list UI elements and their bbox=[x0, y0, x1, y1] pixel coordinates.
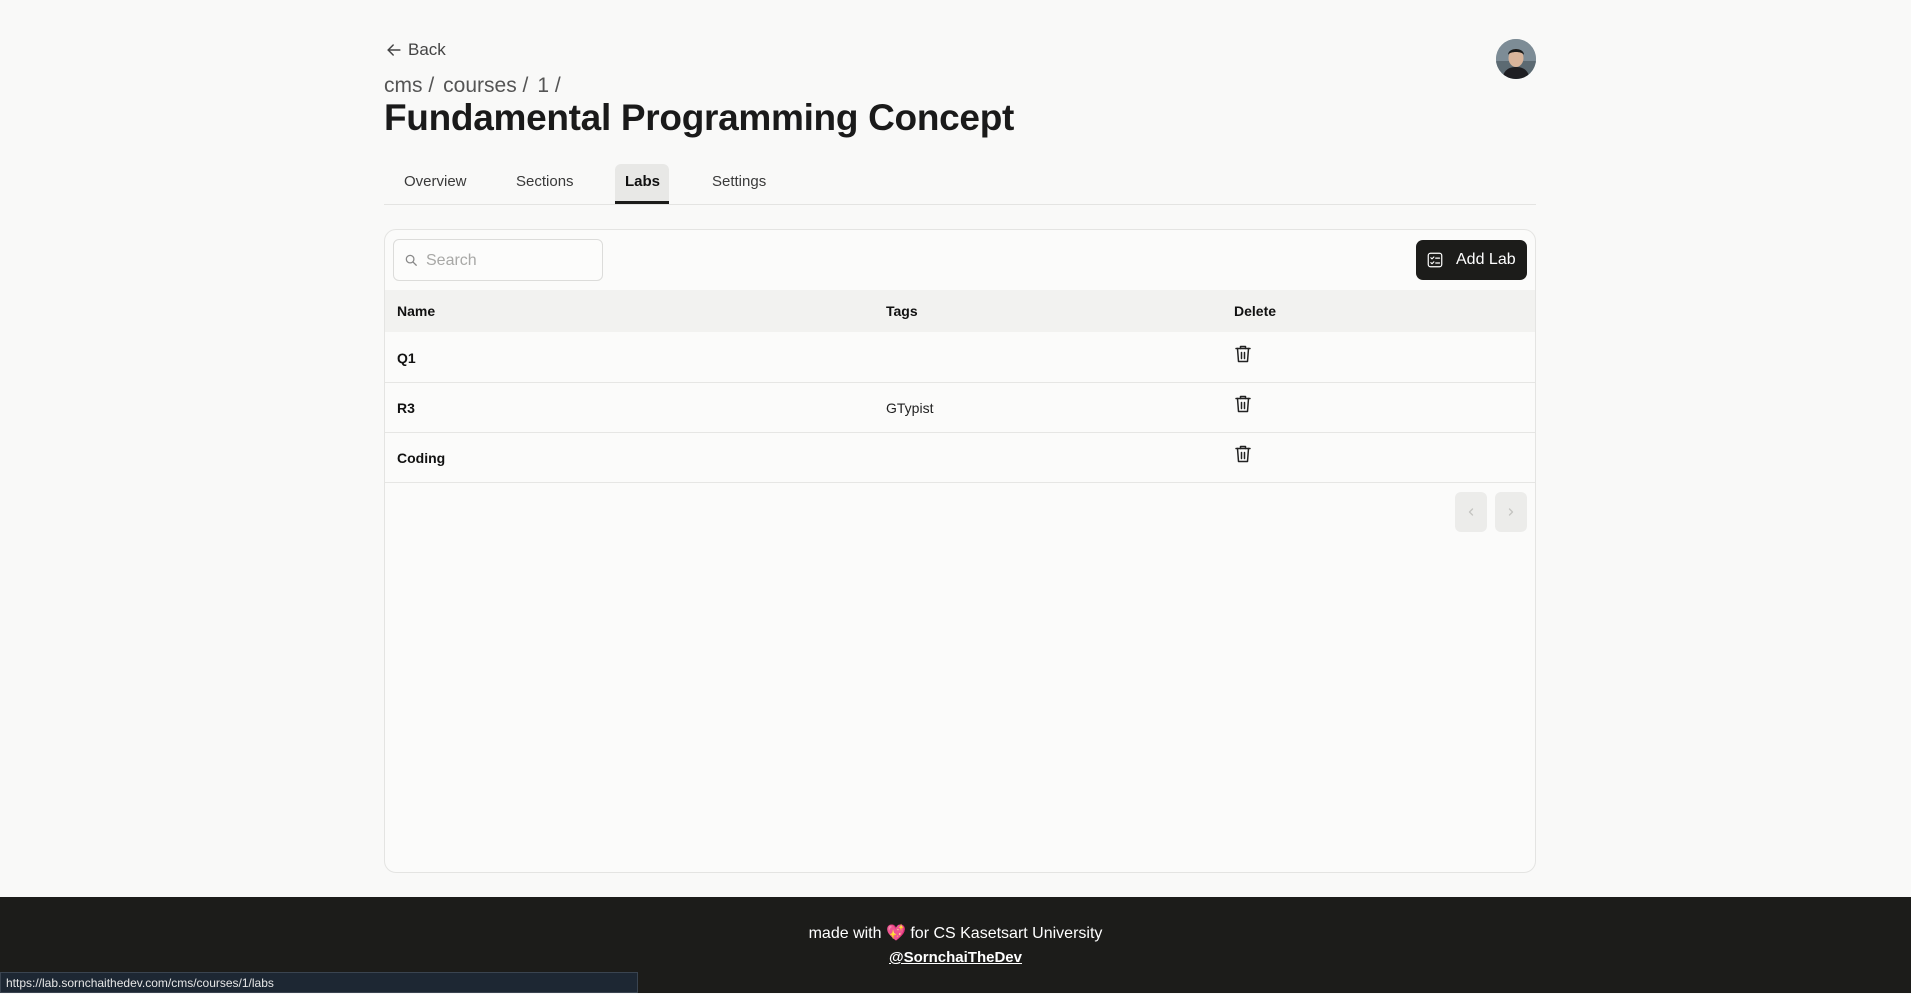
trash-icon[interactable] bbox=[1234, 344, 1252, 364]
previous-page-button[interactable] bbox=[1455, 492, 1487, 532]
avatar-image bbox=[1496, 39, 1536, 79]
tab-bar: Overview Sections Labs Settings bbox=[384, 164, 1536, 205]
footer-credit: made with 💖 for CS Kasetsart University bbox=[0, 923, 1911, 943]
column-header-delete: Delete bbox=[1234, 303, 1277, 319]
breadcrumb: cms / courses / 1 / bbox=[384, 74, 561, 98]
tab-settings[interactable]: Settings bbox=[702, 164, 776, 204]
avatar[interactable] bbox=[1496, 39, 1536, 79]
page-title: Fundamental Programming Concept bbox=[384, 97, 1015, 138]
search-icon bbox=[405, 254, 417, 266]
table-header: Name Tags Delete bbox=[385, 290, 1535, 332]
lab-name[interactable]: R3 bbox=[397, 400, 415, 416]
lab-tags: GTypist bbox=[886, 400, 934, 416]
footer-made-with: made with bbox=[808, 925, 882, 942]
column-header-name[interactable]: Name bbox=[397, 303, 435, 319]
status-url: https://lab.sornchaithedev.com/cms/cours… bbox=[0, 972, 638, 993]
heart-icon: 💖 bbox=[885, 925, 906, 942]
table-row[interactable]: Coding bbox=[385, 432, 1535, 483]
labs-panel: Add Lab Name Tags Delete Q1 R3 GTypist C… bbox=[384, 229, 1536, 873]
add-lab-label: Add Lab bbox=[1456, 251, 1516, 268]
table-row[interactable]: Q1 bbox=[385, 332, 1535, 383]
search-box bbox=[393, 239, 603, 282]
arrow-left-icon bbox=[387, 44, 401, 56]
chevron-left-icon bbox=[1468, 508, 1474, 516]
breadcrumb-cms[interactable]: cms / bbox=[384, 74, 434, 98]
lab-name[interactable]: Q1 bbox=[397, 350, 416, 366]
add-lab-button[interactable]: Add Lab bbox=[1416, 240, 1527, 280]
search-input[interactable] bbox=[424, 240, 598, 282]
tab-sections[interactable]: Sections bbox=[506, 164, 584, 204]
trash-icon[interactable] bbox=[1234, 444, 1252, 464]
author-handle-link[interactable]: @SornchaiTheDev bbox=[0, 949, 1911, 966]
column-header-tags[interactable]: Tags bbox=[886, 303, 918, 319]
checklist-icon bbox=[1427, 252, 1443, 268]
tab-overview[interactable]: Overview bbox=[394, 164, 477, 204]
table-row[interactable]: R3 GTypist bbox=[385, 382, 1535, 433]
back-label: Back bbox=[408, 40, 446, 59]
lab-name[interactable]: Coding bbox=[397, 450, 445, 466]
back-button[interactable]: Back bbox=[384, 40, 446, 60]
next-page-button[interactable] bbox=[1495, 492, 1527, 532]
tab-labs[interactable]: Labs bbox=[615, 164, 669, 204]
footer-for-text: for CS Kasetsart University bbox=[910, 925, 1103, 942]
chevron-right-icon bbox=[1508, 508, 1514, 516]
breadcrumb-course-id[interactable]: 1 / bbox=[537, 74, 560, 98]
breadcrumb-courses[interactable]: courses / bbox=[443, 74, 528, 98]
trash-icon[interactable] bbox=[1234, 394, 1252, 414]
